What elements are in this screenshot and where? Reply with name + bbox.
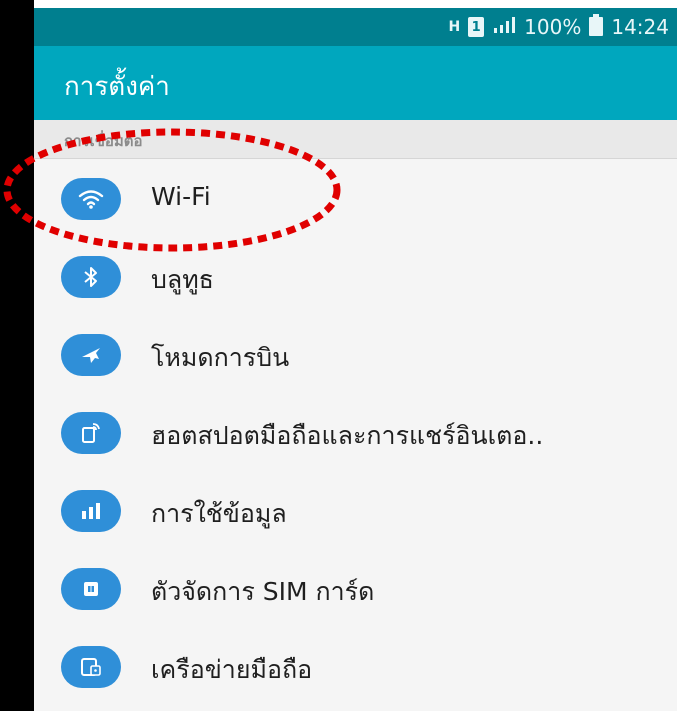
top-edge <box>34 0 677 8</box>
settings-item-label: การใช้ข้อมูล <box>151 499 287 528</box>
mobile-network-icon <box>61 646 121 688</box>
hotspot-icon <box>61 412 121 454</box>
status-bar: H 1 100% 14:24 <box>34 8 677 46</box>
settings-item-airplane-mode[interactable]: โหมดการบิน <box>34 316 677 394</box>
airplane-icon <box>61 334 121 376</box>
sim-card-icon <box>61 568 121 610</box>
status-icons: H 1 100% 14:24 <box>448 8 669 46</box>
settings-item-label: โหมดการบิน <box>151 343 290 372</box>
settings-item-label: บลูทูธ <box>151 265 214 294</box>
settings-item-data-usage[interactable]: การใช้ข้อมูล <box>34 472 677 550</box>
settings-list: การเชื่อมต่อ Wi-Fi บลูทูธ โหมดการบิน ฮอต… <box>34 120 677 711</box>
settings-item-label: Wi-Fi <box>151 182 211 211</box>
data-usage-icon <box>61 490 121 532</box>
clock: 14:24 <box>611 15 669 39</box>
settings-item-wifi[interactable]: Wi-Fi <box>34 160 677 238</box>
signal-icon <box>492 15 516 40</box>
page-title: การตั้งค่า <box>64 72 170 102</box>
section-header: การเชื่อมต่อ <box>34 120 677 159</box>
settings-item-sim-manager[interactable]: ตัวจัดการ SIM การ์ด <box>34 550 677 628</box>
settings-item-bluetooth[interactable]: บลูทูธ <box>34 238 677 316</box>
settings-item-hotspot[interactable]: ฮอตสปอตมือถือและการแชร์อินเตอ.. <box>34 394 677 472</box>
app-bar: การตั้งค่า <box>34 46 677 120</box>
section-label: การเชื่อมต่อ <box>64 132 143 150</box>
battery-percent: 100% <box>524 15 582 39</box>
settings-item-label: เครือข่ายมือถือ <box>151 655 313 684</box>
battery-icon <box>589 13 604 41</box>
settings-item-label: ฮอตสปอตมือถือและการแชร์อินเตอ.. <box>151 421 544 450</box>
network-type-indicator: H <box>448 19 461 35</box>
left-black-border <box>0 0 34 711</box>
bluetooth-icon <box>61 256 121 298</box>
wifi-icon <box>61 178 121 220</box>
settings-item-mobile-network[interactable]: เครือข่ายมือถือ <box>34 628 677 706</box>
sim-icon: 1 <box>468 17 485 37</box>
settings-item-label: ตัวจัดการ SIM การ์ด <box>151 577 375 606</box>
